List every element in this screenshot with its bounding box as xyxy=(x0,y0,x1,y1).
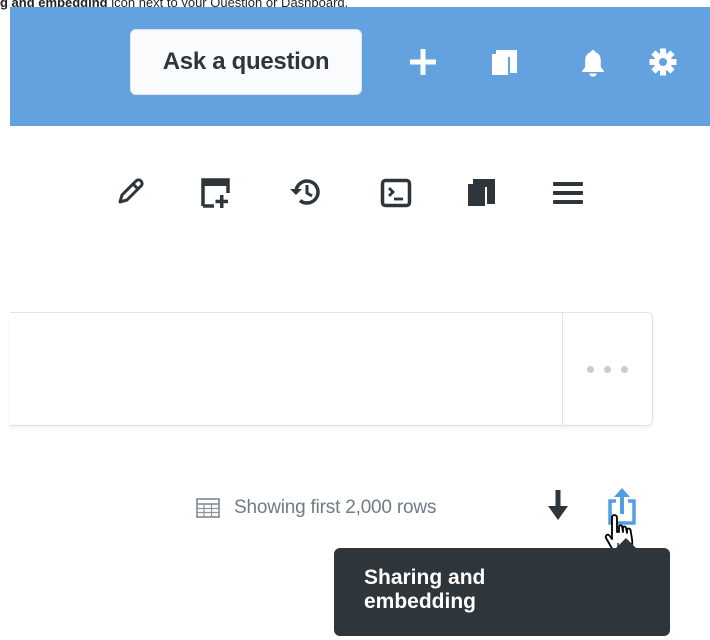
tooltip-arrow xyxy=(616,538,636,548)
sharing-tooltip: Sharing and embedding xyxy=(334,548,670,636)
ellipsis-icon xyxy=(587,365,594,373)
top-navigation-bar: Ask a question xyxy=(10,7,710,126)
download-icon[interactable] xyxy=(547,490,569,522)
ask-a-question-button[interactable]: Ask a question xyxy=(130,29,362,95)
more-options-button[interactable] xyxy=(563,313,652,425)
pencil-icon[interactable] xyxy=(114,176,146,208)
table-icon xyxy=(196,498,220,518)
row-count-text: Showing first 2,000 rows xyxy=(234,497,437,518)
menu-icon[interactable] xyxy=(553,180,583,206)
sql-editor-icon[interactable] xyxy=(380,178,412,208)
query-input-box[interactable] xyxy=(10,312,653,426)
row-count-info: Showing first 2,000 rows xyxy=(196,494,436,522)
gear-icon[interactable] xyxy=(649,48,677,76)
ellipsis-dot xyxy=(621,365,628,373)
plus-icon[interactable] xyxy=(410,49,436,75)
collection-icon[interactable] xyxy=(465,176,497,208)
history-icon[interactable] xyxy=(289,176,323,208)
bell-icon[interactable] xyxy=(580,49,606,77)
tooltip-line2: embedding xyxy=(364,590,477,613)
add-to-dashboard-icon[interactable] xyxy=(200,176,232,210)
tooltip-line1: Sharing and xyxy=(364,566,486,589)
ellipsis-dot xyxy=(604,365,611,373)
collection-icon[interactable] xyxy=(489,47,519,77)
